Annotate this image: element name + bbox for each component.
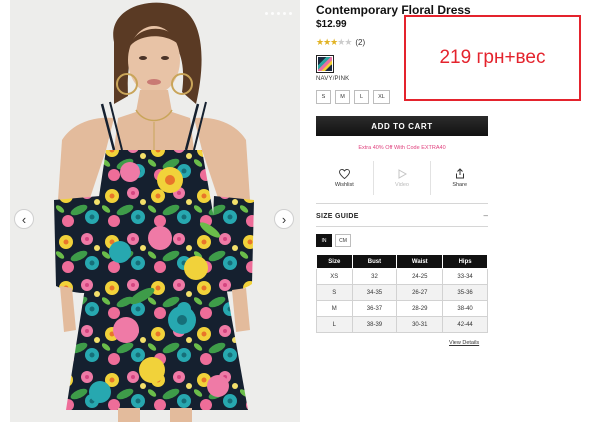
size-option-l[interactable]: L [354,90,369,104]
add-to-cart-button[interactable]: ADD TO CART [316,116,488,136]
column-header-bust: Bust [351,254,398,269]
section-divider [316,226,488,227]
size-guide-title: SIZE GUIDE [316,212,359,220]
heart-icon [338,168,350,179]
size-option-m[interactable]: M [335,90,350,104]
view-details-link[interactable]: View Details [449,340,479,346]
product-image-gallery: ‹ › [10,0,300,422]
column-header-size: Size [316,254,353,269]
table-cell: 35-36 [442,284,488,301]
table-cell: 42-44 [442,316,488,333]
wishlist-label: Wishlist [334,181,354,188]
previous-image-button[interactable]: ‹ [14,209,34,229]
video-label: Video [395,181,409,188]
table-cell: 38-40 [442,300,488,317]
table-cell: M [316,300,353,317]
share-icon [455,168,464,179]
table-cell: 38-39 [351,316,398,333]
selected-color-name: NAVY/PINK [316,76,350,82]
carousel-dot[interactable] [271,12,274,15]
product-photo [10,0,300,422]
collapse-icon[interactable]: – [484,212,488,220]
carousel-dot[interactable] [289,12,292,15]
table-cell: 30-31 [396,316,444,333]
table-row: S 34-35 26-27 35-36 [316,284,488,301]
product-rating[interactable]: ★★★★★ (2) [316,37,365,48]
next-image-button[interactable]: › [274,209,294,229]
product-actions: Wishlist Video Share [316,161,488,195]
review-count[interactable]: (2) [355,38,365,47]
table-cell: XS [316,268,353,285]
play-icon [398,168,407,179]
section-divider [316,203,488,204]
star-rating-icons: ★★★★★ [316,37,352,48]
table-cell: 26-27 [396,284,444,301]
color-swatch[interactable] [316,55,334,73]
table-cell: 24-25 [396,268,444,285]
size-chart-table: Size Bust Waist Hips XS 32 24-25 33-34 S… [316,254,488,333]
column-header-waist: Waist [396,254,444,269]
share-button[interactable]: Share [430,161,488,195]
chevron-right-icon: › [281,211,287,227]
table-header-row: Size Bust Waist Hips [316,254,488,269]
column-header-hips: Hips [442,254,488,269]
wishlist-button[interactable]: Wishlist [316,161,373,195]
table-cell: 33-34 [442,268,488,285]
table-cell: 28-29 [396,300,444,317]
star-outline-icon: ★ [344,37,352,47]
table-cell: 32 [351,268,398,285]
carousel-dots [265,12,292,15]
unit-inches-button[interactable]: IN [316,234,332,247]
table-row: L 38-39 30-31 42-44 [316,316,488,333]
table-row: M 36-37 28-29 38-40 [316,300,488,317]
table-cell: 36-37 [351,300,398,317]
chevron-left-icon: ‹ [21,211,27,227]
price-annotation-text: 219 грн+вес [439,47,546,68]
swatch-pattern [318,57,332,71]
table-cell: L [316,316,353,333]
video-button[interactable]: Video [372,161,431,195]
table-cell: S [316,284,353,301]
table-cell: 34-35 [351,284,398,301]
carousel-dot[interactable] [283,12,286,15]
price-annotation-box: 219 грн+вес [404,15,581,101]
share-label: Share [452,182,468,188]
size-guide-header[interactable]: SIZE GUIDE – [316,212,488,220]
promo-code-text: Extra 40% Off With Code EXTRA40 [358,145,446,151]
carousel-dot[interactable] [277,12,280,15]
table-row: XS 32 24-25 33-34 [316,268,488,285]
size-option-xl[interactable]: XL [373,90,390,104]
product-price: $12.99 [316,19,347,30]
unit-cm-button[interactable]: CM [335,234,351,247]
carousel-dot[interactable] [265,12,268,15]
size-selector: S M L XL [316,90,390,104]
unit-toggle: IN CM [316,234,351,247]
size-option-s[interactable]: S [316,90,331,104]
